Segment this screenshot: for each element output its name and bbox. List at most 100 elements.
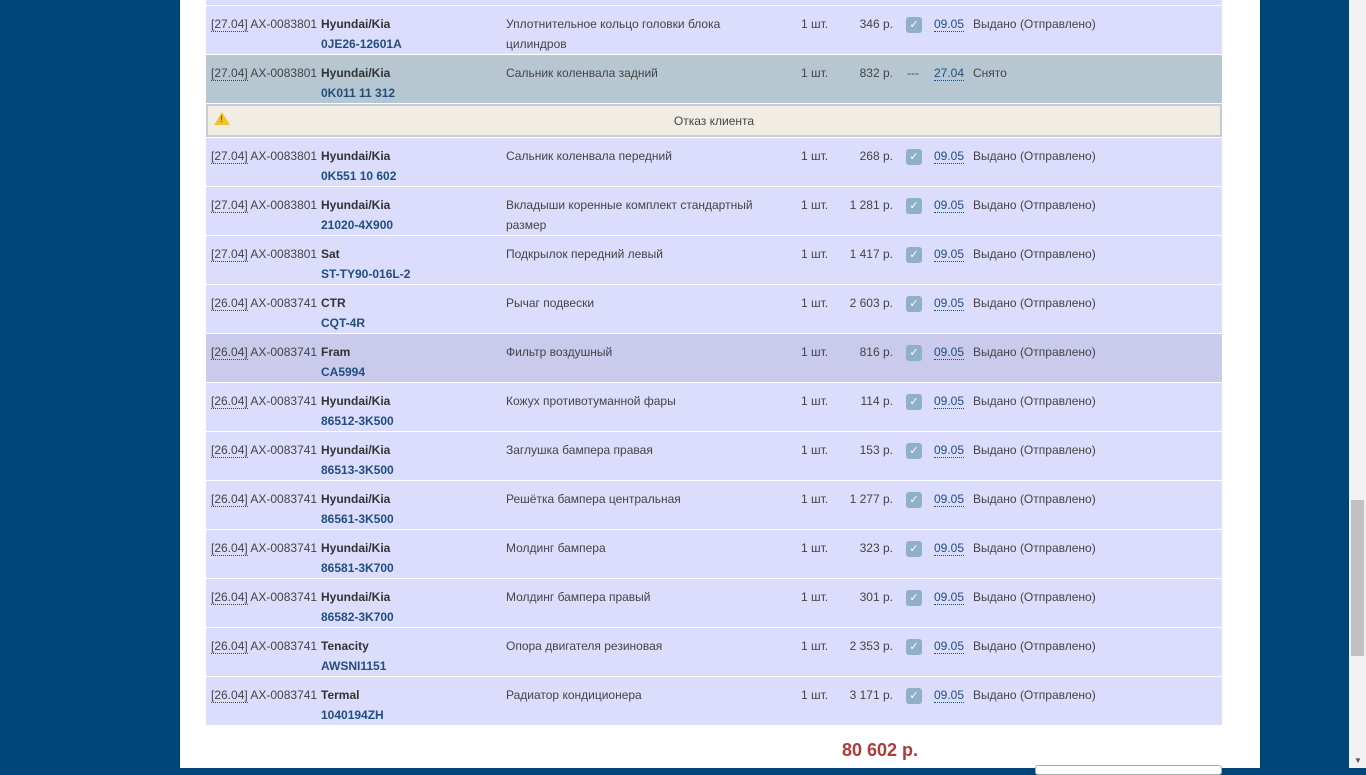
order-date[interactable]: [26.04]: [211, 542, 248, 556]
quantity: 1 шт.: [801, 17, 829, 31]
status-text: Выдано (Отправлено): [973, 149, 1096, 163]
order-date[interactable]: [27.04]: [211, 199, 248, 213]
article-number[interactable]: 86512-3K500: [321, 411, 394, 431]
status-date[interactable]: 09.05: [934, 149, 965, 164]
order-ref: [26.04] AX-0083741: [211, 440, 317, 460]
article-number[interactable]: CQT-4R: [321, 313, 365, 333]
checkbox-checked-icon[interactable]: ✓: [906, 296, 922, 312]
price: 268 р.: [859, 149, 893, 163]
status-date[interactable]: 09.05: [934, 688, 965, 703]
order-date[interactable]: [27.04]: [211, 248, 248, 262]
input-box[interactable]: [1035, 765, 1222, 775]
article-number[interactable]: 86513-3K500: [321, 460, 394, 480]
status-date[interactable]: 09.05: [934, 296, 965, 311]
article-number[interactable]: 0JE26-12601A: [321, 34, 402, 54]
quantity: 1 шт.: [801, 66, 829, 80]
description: Уплотнительное кольцо головки блока цили…: [506, 17, 721, 51]
status-date[interactable]: 09.05: [934, 247, 965, 262]
brand: Hyundai/Kia: [321, 492, 391, 506]
checkbox-checked-icon[interactable]: ✓: [906, 394, 922, 410]
table-row: [26.04] AX-0083741 Fram CA5994 Фильтр во…: [206, 334, 1222, 383]
article-number[interactable]: 1040194ZH: [321, 705, 384, 725]
price: 816 р.: [859, 345, 893, 359]
quantity: 1 шт.: [801, 198, 829, 212]
checkbox-checked-icon[interactable]: ✓: [906, 492, 922, 508]
status-date[interactable]: 27.04: [934, 66, 965, 81]
order-ref: [27.04] AX-0083801: [211, 14, 317, 34]
order-date[interactable]: [26.04]: [211, 444, 248, 458]
status-date[interactable]: 09.05: [934, 443, 965, 458]
order-ref: [26.04] AX-0083741: [211, 342, 317, 362]
order-number: AX-0083801: [250, 247, 318, 261]
order-date[interactable]: [27.04]: [211, 18, 248, 32]
checkbox-checked-icon[interactable]: ✓: [906, 247, 922, 263]
brand: Hyundai/Kia: [321, 149, 391, 163]
order-date[interactable]: [26.04]: [211, 395, 248, 409]
status-date[interactable]: 09.05: [934, 198, 965, 213]
order-ref: [26.04] AX-0083741: [211, 293, 317, 313]
order-date[interactable]: [26.04]: [211, 297, 248, 311]
order-ref: [26.04] AX-0083741: [211, 538, 317, 558]
status-date[interactable]: 09.05: [934, 17, 965, 32]
article-number[interactable]: 21020-4X900: [321, 215, 393, 235]
order-ref: [27.04] AX-0083801: [211, 146, 317, 166]
order-date[interactable]: [26.04]: [211, 493, 248, 507]
checkbox-checked-icon[interactable]: ✓: [906, 17, 922, 33]
article-number[interactable]: 86582-3K700: [321, 607, 394, 627]
checkbox-checked-icon[interactable]: ✓: [906, 443, 922, 459]
description: Молдинг бампера: [506, 541, 606, 555]
article-number[interactable]: AWSNI1151: [321, 656, 386, 676]
order-date[interactable]: [26.04]: [211, 591, 248, 605]
checkbox-checked-icon[interactable]: ✓: [906, 198, 922, 214]
order-date[interactable]: [26.04]: [211, 640, 248, 654]
checkbox-checked-icon[interactable]: ✓: [906, 639, 922, 655]
page-content: [27.04] AX-0083801 Hyundai/Kia 0JE26-126…: [180, 0, 1260, 775]
scrollbar[interactable]: ▼: [1349, 0, 1366, 768]
table-row: [27.04] AX-0083801 Hyundai/Kia 21020-4X9…: [206, 187, 1222, 236]
checkbox-checked-icon[interactable]: ✓: [906, 345, 922, 361]
order-date[interactable]: [27.04]: [211, 67, 248, 81]
order-number: AX-0083741: [250, 394, 318, 408]
description: Подкрылок передний левый: [506, 247, 663, 261]
status-date[interactable]: 09.05: [934, 541, 965, 556]
status-date[interactable]: 09.05: [934, 492, 965, 507]
article-number[interactable]: 86561-3K500: [321, 509, 394, 529]
brand: Hyundai/Kia: [321, 17, 391, 31]
article-number[interactable]: CA5994: [321, 362, 365, 382]
checkbox-checked-icon[interactable]: ✓: [906, 590, 922, 606]
status-text: Выдано (Отправлено): [973, 247, 1096, 261]
checkbox-checked-icon[interactable]: ✓: [906, 149, 922, 165]
table-row: [26.04] AX-0083741 Hyundai/Kia 86581-3K7…: [206, 530, 1222, 579]
article-number[interactable]: 86581-3K700: [321, 558, 394, 578]
checkbox-checked-icon[interactable]: ✓: [906, 541, 922, 557]
article-number[interactable]: 0K011 11 312: [321, 83, 395, 103]
scroll-down-arrow-icon[interactable]: ▼: [1354, 756, 1362, 765]
table-row: [26.04] AX-0083741 Termal 1040194ZH Ради…: [206, 677, 1222, 726]
order-number: AX-0083741: [250, 296, 318, 310]
warning-row: ! Отказ клиента: [206, 104, 1222, 137]
order-number: AX-0083741: [250, 443, 318, 457]
quantity: 1 шт.: [801, 394, 829, 408]
scrollbar-thumb[interactable]: [1351, 500, 1364, 656]
status-text: Выдано (Отправлено): [973, 492, 1096, 506]
order-date[interactable]: [27.04]: [211, 150, 248, 164]
order-date[interactable]: [26.04]: [211, 346, 248, 360]
status-date[interactable]: 09.05: [934, 639, 965, 654]
table-row: [26.04] AX-0083741 Tenacity AWSNI1151 Оп…: [206, 628, 1222, 677]
status-text: Выдано (Отправлено): [973, 296, 1096, 310]
order-ref: [27.04] AX-0083801: [211, 195, 317, 215]
order-date[interactable]: [26.04]: [211, 689, 248, 703]
article-number[interactable]: 0K551 10 602: [321, 166, 396, 186]
status-text: Выдано (Отправлено): [973, 394, 1096, 408]
order-ref: [27.04] AX-0083801: [211, 63, 317, 83]
status-date[interactable]: 09.05: [934, 394, 965, 409]
status-date[interactable]: 09.05: [934, 345, 965, 360]
status-date[interactable]: 09.05: [934, 590, 965, 605]
order-number: AX-0083741: [250, 590, 318, 604]
price: 323 р.: [859, 541, 893, 555]
table-row: [26.04] AX-0083741 Hyundai/Kia 86513-3K5…: [206, 432, 1222, 481]
article-number[interactable]: ST-TY90-016L-2: [321, 264, 410, 284]
quantity: 1 шт.: [801, 443, 829, 457]
price: 3 171 р.: [849, 688, 893, 702]
checkbox-checked-icon[interactable]: ✓: [906, 688, 922, 704]
